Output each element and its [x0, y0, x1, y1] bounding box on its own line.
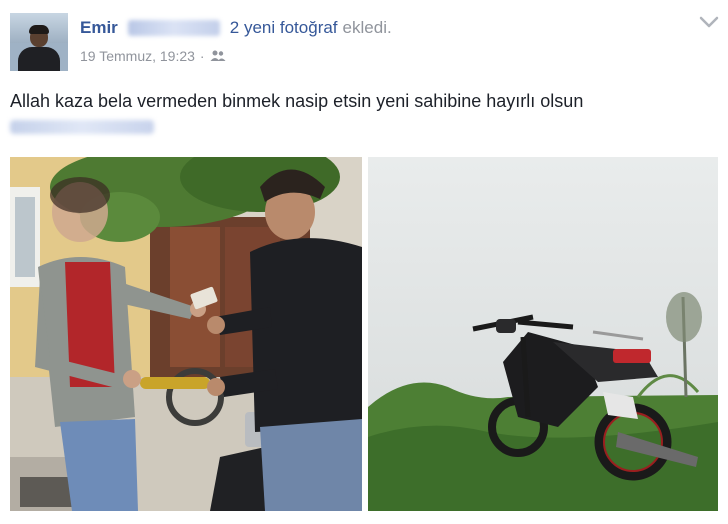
action-text: ekledi.	[342, 18, 392, 37]
avatar-figure-body	[18, 47, 60, 71]
photos-link[interactable]: 2 yeni fotoğraf	[230, 18, 338, 38]
post-meta: 19 Temmuz, 19:23 ·	[80, 48, 226, 64]
avatar[interactable]	[10, 13, 68, 71]
meta-separator: ·	[199, 48, 205, 64]
blurred-tag-line	[10, 120, 154, 134]
friends-icon[interactable]	[210, 50, 226, 62]
photo-handover[interactable]	[10, 157, 362, 511]
blurred-surname	[127, 20, 220, 36]
chevron-down-icon[interactable]	[698, 12, 720, 32]
post-body-text: Allah kaza bela vermeden binmek nasip et…	[10, 91, 584, 111]
avatar-figure-hair	[29, 25, 49, 34]
photo-motorcycle[interactable]	[368, 157, 718, 511]
post-headline: Emir 2 yeni fotoğraf ekledi.	[80, 17, 392, 39]
author-name[interactable]: Emir	[80, 18, 118, 38]
timestamp[interactable]: 19 Temmuz, 19:23	[80, 48, 195, 64]
